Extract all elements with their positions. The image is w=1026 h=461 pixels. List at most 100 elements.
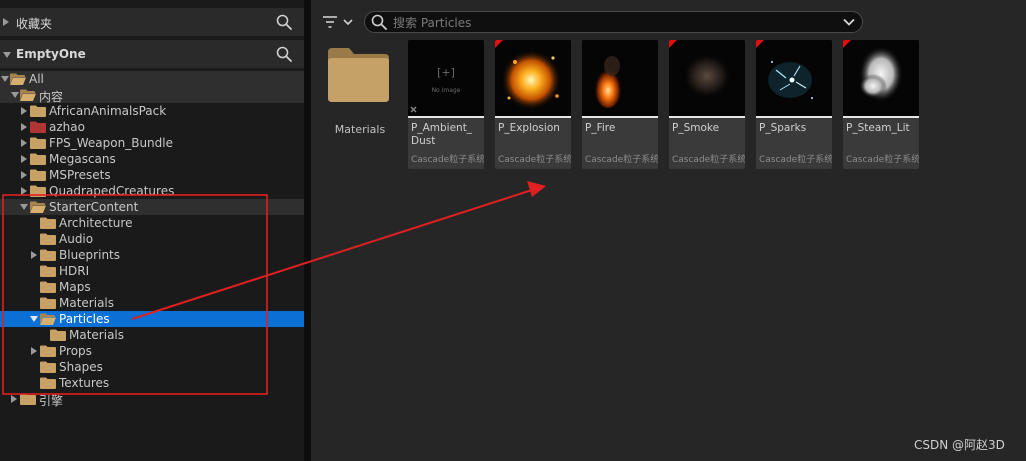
tree-item-label: MSPresets [49, 168, 111, 182]
folder-icon [40, 345, 56, 357]
asset-thumbnail [495, 40, 571, 116]
tree-item-props[interactable]: Props [0, 343, 304, 359]
asset-type: Cascade粒子系统 [498, 155, 571, 165]
tree-item-maps[interactable]: Maps [0, 279, 304, 295]
asset-name: P_Sparks [759, 122, 807, 134]
asset-card-p-fire[interactable]: P_Fire Cascade粒子系统 [582, 40, 658, 169]
folder-icon [328, 48, 389, 102]
tree-item-label: All [29, 72, 44, 86]
tree-item-engine[interactable]: 引擎 [0, 391, 304, 408]
folder-icon [40, 361, 56, 373]
folder-label: Materials [334, 123, 386, 136]
expanded-arrow-icon[interactable] [1, 76, 9, 82]
folder-open-icon [20, 89, 36, 101]
tree-item-shapes[interactable]: Shapes [0, 359, 304, 375]
collapsed-arrow-icon[interactable] [11, 395, 17, 403]
folder-icon [30, 153, 46, 165]
tree-item-mspresets[interactable]: MSPresets [0, 167, 304, 183]
asset-name: P_Steam_Lit [846, 122, 910, 134]
no-image-text: No Image [432, 87, 461, 94]
tree-item-audio[interactable]: Audio [0, 231, 304, 247]
tree-item-africananimalspack[interactable]: AfricanAnimalsPack [0, 103, 304, 119]
asset-card-p-smoke[interactable]: P_Smoke Cascade粒子系统 [669, 40, 745, 169]
tree-item-particles-materials[interactable]: Materials [0, 327, 304, 343]
tree-item-startercontent[interactable]: StarterContent [0, 199, 304, 215]
folder-icon [40, 297, 56, 309]
asset-card-p-explosion[interactable]: P_Explosion Cascade粒子系统 [495, 40, 571, 169]
folder-icon [40, 281, 56, 293]
folder-tile-materials[interactable]: Materials [323, 40, 397, 166]
tree-item-all[interactable]: All [0, 71, 304, 87]
expanded-arrow-icon[interactable] [20, 204, 28, 210]
asset-type: Cascade粒子系统 [411, 155, 484, 165]
tree-item-architecture[interactable]: Architecture [0, 215, 304, 231]
search-input[interactable] [391, 13, 835, 32]
asset-thumbnail [843, 40, 919, 116]
smoke-thumbnail-icon [669, 40, 745, 116]
tree-item-quadrapedcreatures[interactable]: QuadrapedCreatures [0, 183, 304, 199]
search-icon[interactable] [276, 14, 292, 30]
tree-item-label: Maps [59, 280, 91, 294]
asset-card-p-steam-lit[interactable]: P_Steam_Lit Cascade粒子系统 [843, 40, 919, 169]
asset-view-panel: Materials [+] No Image P_Ambient_ Dust C… [311, 0, 1026, 461]
fire-thumbnail-icon [582, 40, 658, 116]
folder-open-icon [30, 201, 46, 213]
folder-icon [20, 393, 36, 405]
collapsed-arrow-icon[interactable] [21, 155, 27, 163]
panel-splitter[interactable] [304, 0, 311, 461]
expanded-arrow-icon[interactable] [30, 316, 38, 322]
tree-item-label: Architecture [59, 216, 133, 230]
collapsed-arrow-icon[interactable] [21, 139, 27, 147]
asset-type: Cascade粒子系统 [759, 155, 832, 165]
tree-item-content[interactable]: 内容 [0, 87, 304, 104]
collapsed-arrow-icon[interactable] [31, 251, 37, 259]
tree-item-fps-weapon-bundle[interactable]: FPS_Weapon_Bundle [0, 135, 304, 151]
tree-item-azhao[interactable]: azhao [0, 119, 304, 135]
asset-type: Cascade粒子系统 [585, 155, 658, 165]
project-header[interactable]: EmptyOne [0, 40, 304, 68]
folder-icon [40, 233, 56, 245]
asset-name: P_Explosion [498, 122, 560, 134]
asset-card-p-ambient-dust[interactable]: [+] No Image P_Ambient_ Dust Cascade粒子系统 [408, 40, 484, 169]
tree-item-megascans[interactable]: Megascans [0, 151, 304, 167]
expanded-arrow-icon[interactable] [11, 92, 19, 98]
filter-dropdown-icon[interactable] [321, 12, 357, 32]
folder-icon [30, 137, 46, 149]
asset-name: P_Ambient_ Dust [411, 122, 473, 147]
asset-name: P_Smoke [672, 122, 720, 134]
collapsed-arrow-icon[interactable] [21, 123, 27, 131]
expanded-arrow-icon[interactable] [3, 52, 11, 58]
tree-item-label: Materials [59, 296, 115, 310]
search-icon [371, 14, 387, 30]
tree-item-hdri[interactable]: HDRI [0, 263, 304, 279]
collapsed-arrow-icon[interactable] [31, 347, 37, 355]
tree-item-label: QuadrapedCreatures [49, 184, 175, 198]
tree-item-blueprints[interactable]: Blueprints [0, 247, 304, 263]
collapsed-arrow-icon[interactable] [21, 171, 27, 179]
tree-item-label: Particles [59, 312, 110, 326]
folder-icon [30, 105, 46, 117]
folder-icon [40, 249, 56, 261]
project-title: EmptyOne [16, 47, 86, 61]
asset-thumbnail: [+] No Image [408, 40, 484, 116]
chevron-down-icon[interactable] [842, 15, 856, 29]
folder-open-icon [40, 313, 56, 325]
collapsed-arrow-icon[interactable] [21, 187, 27, 195]
asset-type: Cascade粒子系统 [846, 155, 919, 165]
tree-item-label: 引擎 [39, 394, 64, 408]
folder-icon [50, 329, 66, 341]
collapsed-arrow-icon[interactable] [21, 107, 27, 115]
search-box[interactable] [364, 11, 863, 33]
tree-item-label: Textures [59, 376, 110, 390]
favorites-header[interactable]: 收藏夹 [0, 8, 304, 36]
collapsed-arrow-icon[interactable] [3, 18, 9, 26]
modified-flag-icon [669, 40, 677, 48]
tree-item-particles-selected[interactable]: Particles [0, 311, 304, 327]
tree-item-label: HDRI [59, 264, 90, 278]
tree-item-textures[interactable]: Textures [0, 375, 304, 391]
search-icon[interactable] [276, 46, 292, 62]
tree-item-materials[interactable]: Materials [0, 295, 304, 311]
asset-card-p-sparks[interactable]: P_Sparks Cascade粒子系统 [756, 40, 832, 169]
tree-item-label: Audio [59, 232, 94, 246]
folder-open-icon [10, 73, 26, 85]
